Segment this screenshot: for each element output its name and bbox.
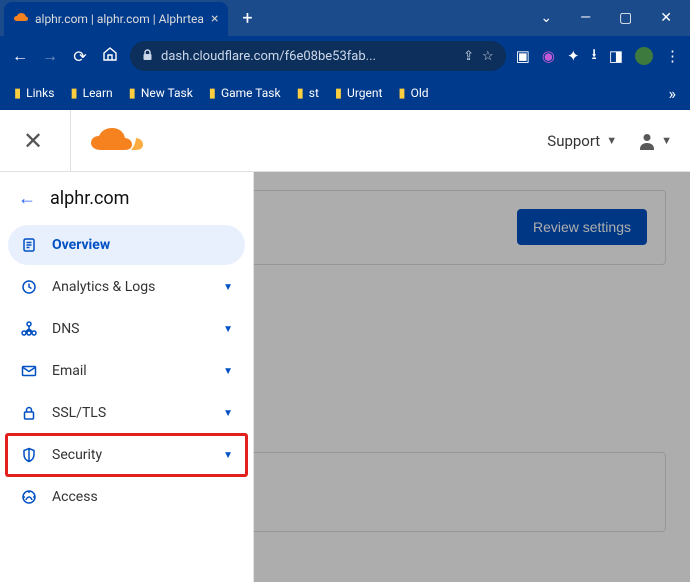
sidebar-item-label: Access xyxy=(52,489,233,505)
close-window-icon[interactable]: ✕ xyxy=(660,10,672,26)
extension-icon-1[interactable]: ◉ xyxy=(542,47,555,65)
nav-home-button[interactable] xyxy=(100,46,120,66)
bookmark-folder[interactable]: ▮Game Task xyxy=(209,86,281,101)
reader-icon[interactable]: ▣ xyxy=(516,47,530,65)
sidebar-item-security[interactable]: Security ▼ xyxy=(8,435,245,475)
sidebar-item-ssl[interactable]: SSL/TLS ▼ xyxy=(8,393,245,433)
panel-icon[interactable]: ◨ xyxy=(609,47,623,65)
sidebar-item-label: SSL/TLS xyxy=(52,405,209,421)
cloudflare-logo[interactable] xyxy=(91,128,147,154)
divider xyxy=(70,110,71,172)
clipboard-icon xyxy=(20,237,38,253)
downloads-icon[interactable]: ⭳ xyxy=(592,44,597,69)
nav-back-button[interactable]: ← xyxy=(10,46,30,66)
extension-icons: ▣ ◉ ✦ ⭳ ◨ ⋮ xyxy=(516,44,680,69)
bookmark-folder[interactable]: ▮Urgent xyxy=(335,86,383,101)
folder-icon: ▮ xyxy=(209,86,216,101)
folder-icon: ▮ xyxy=(398,86,405,101)
caret-down-icon: ▼ xyxy=(606,134,617,147)
close-sidebar-button[interactable]: ✕ xyxy=(18,127,48,155)
access-icon xyxy=(20,489,38,505)
sidebar-item-analytics[interactable]: Analytics & Logs ▼ xyxy=(8,267,245,307)
caret-down-icon: ▼ xyxy=(661,134,672,147)
expand-caret-icon: ▼ xyxy=(223,324,233,335)
address-bar[interactable]: dash.cloudflare.com/f6e08be53fab... ⇪ ☆ xyxy=(130,41,506,71)
bookmark-folder[interactable]: ▮Links xyxy=(14,86,54,101)
sidebar-site-name: alphr.com xyxy=(50,188,129,209)
bookmark-star-icon[interactable]: ☆ xyxy=(482,49,494,64)
sidebar-item-label: Email xyxy=(52,363,209,379)
lock-icon xyxy=(142,49,153,64)
user-icon xyxy=(637,131,657,151)
sidebar-item-dns[interactable]: DNS ▼ xyxy=(8,309,245,349)
mail-icon xyxy=(20,363,38,379)
browser-titlebar: alphr.com | alphr.com | Alphrtea × + ⌄ —… xyxy=(0,0,690,36)
folder-icon: ▮ xyxy=(129,86,136,101)
nav-forward-button[interactable]: → xyxy=(40,46,60,66)
folder-icon: ▮ xyxy=(335,86,342,101)
sidebar-header: ← alphr.com xyxy=(0,172,253,219)
support-menu[interactable]: Support ▼ xyxy=(547,132,617,150)
address-bar-row: ← → ⟳ dash.cloudflare.com/f6e08be53fab..… xyxy=(0,36,690,76)
url-text: dash.cloudflare.com/f6e08be53fab... xyxy=(161,49,455,64)
sidebar-item-overview[interactable]: Overview xyxy=(8,225,245,265)
new-tab-button[interactable]: + xyxy=(242,8,252,29)
app-header: ✕ Support ▼ ▼ xyxy=(0,110,690,172)
browser-menu-icon[interactable]: ⋮ xyxy=(665,47,680,65)
extensions-puzzle-icon[interactable]: ✦ xyxy=(567,47,580,65)
tab-title: alphr.com | alphr.com | Alphrtea xyxy=(35,12,204,26)
sidebar-item-label: Security xyxy=(52,447,209,463)
expand-caret-icon: ▼ xyxy=(223,366,233,377)
browser-tab[interactable]: alphr.com | alphr.com | Alphrtea × xyxy=(4,2,228,36)
folder-icon: ▮ xyxy=(14,86,21,101)
sidebar-item-label: Analytics & Logs xyxy=(52,279,209,295)
folder-icon: ▮ xyxy=(297,86,304,101)
bookmark-folder[interactable]: ▮Learn xyxy=(70,86,112,101)
sidebar-item-label: Overview xyxy=(52,237,233,253)
browser-chrome: alphr.com | alphr.com | Alphrtea × + ⌄ —… xyxy=(0,0,690,110)
sidebar-item-access[interactable]: Access xyxy=(8,477,245,517)
window-controls: ⌄ — ▢ ✕ xyxy=(522,10,690,26)
bookmarks-bar: ▮Links ▮Learn ▮New Task ▮Game Task ▮st ▮… xyxy=(0,76,690,110)
chevron-down-icon[interactable]: ⌄ xyxy=(540,10,552,26)
sidebar-item-email[interactable]: Email ▼ xyxy=(8,351,245,391)
share-icon[interactable]: ⇪ xyxy=(463,49,474,64)
expand-caret-icon: ▼ xyxy=(223,450,233,461)
minimize-icon[interactable]: — xyxy=(580,10,591,26)
support-label: Support xyxy=(547,132,600,150)
close-tab-icon[interactable]: × xyxy=(211,11,218,27)
shield-icon xyxy=(20,447,38,463)
cloudflare-favicon xyxy=(14,12,28,26)
bookmarks-overflow-icon[interactable]: » xyxy=(669,84,677,103)
sidebar-list: Overview Analytics & Logs ▼ DNS ▼ xyxy=(0,219,253,523)
bookmark-folder[interactable]: ▮New Task xyxy=(129,86,193,101)
user-menu[interactable]: ▼ xyxy=(637,131,672,151)
clock-icon xyxy=(20,279,38,295)
sidebar-back-button[interactable]: ← xyxy=(18,188,36,209)
lock-icon xyxy=(20,405,38,421)
sidebar-item-label: DNS xyxy=(52,321,209,337)
profile-avatar-icon[interactable] xyxy=(635,47,653,65)
folder-icon: ▮ xyxy=(70,86,77,101)
sidebar: ← alphr.com Overview Analytics & Logs ▼ xyxy=(0,172,254,582)
maximize-icon[interactable]: ▢ xyxy=(619,10,632,26)
expand-caret-icon: ▼ xyxy=(223,408,233,419)
bookmark-folder[interactable]: ▮Old xyxy=(398,86,428,101)
network-icon xyxy=(20,321,38,337)
app-body: improve security, optimize your account.… xyxy=(0,172,690,582)
bookmark-folder[interactable]: ▮st xyxy=(297,86,319,101)
nav-reload-button[interactable]: ⟳ xyxy=(70,47,90,66)
expand-caret-icon: ▼ xyxy=(223,282,233,293)
